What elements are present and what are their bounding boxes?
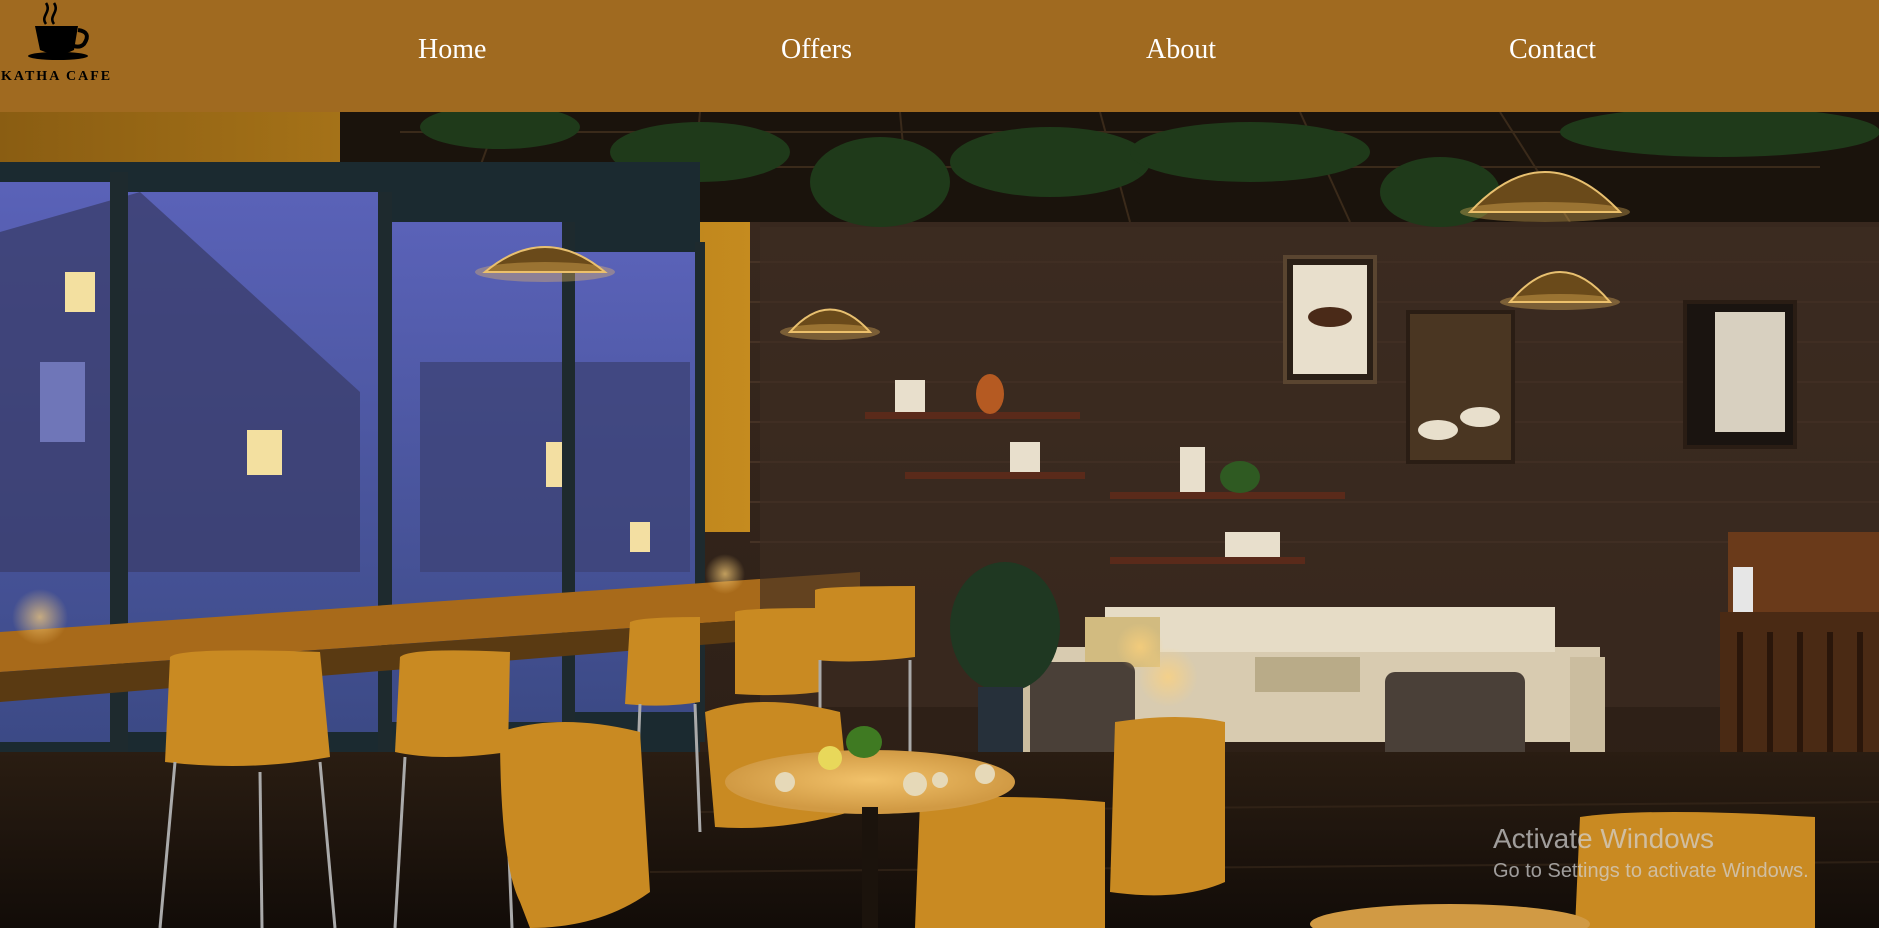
- hero-image: [0, 112, 1879, 928]
- nav-contact-link[interactable]: Contact: [1509, 34, 1596, 66]
- nav-home-link[interactable]: Home: [418, 34, 486, 66]
- logo[interactable]: KATHA CAFE: [0, 0, 125, 90]
- brand-name: KATHA CAFE: [1, 69, 113, 84]
- navbar: KATHA CAFE Home Offers About Contact: [0, 0, 1879, 112]
- coffee-cup-icon: [28, 2, 89, 60]
- nav-about-link[interactable]: About: [1146, 34, 1216, 66]
- nav-offers-link[interactable]: Offers: [781, 34, 852, 66]
